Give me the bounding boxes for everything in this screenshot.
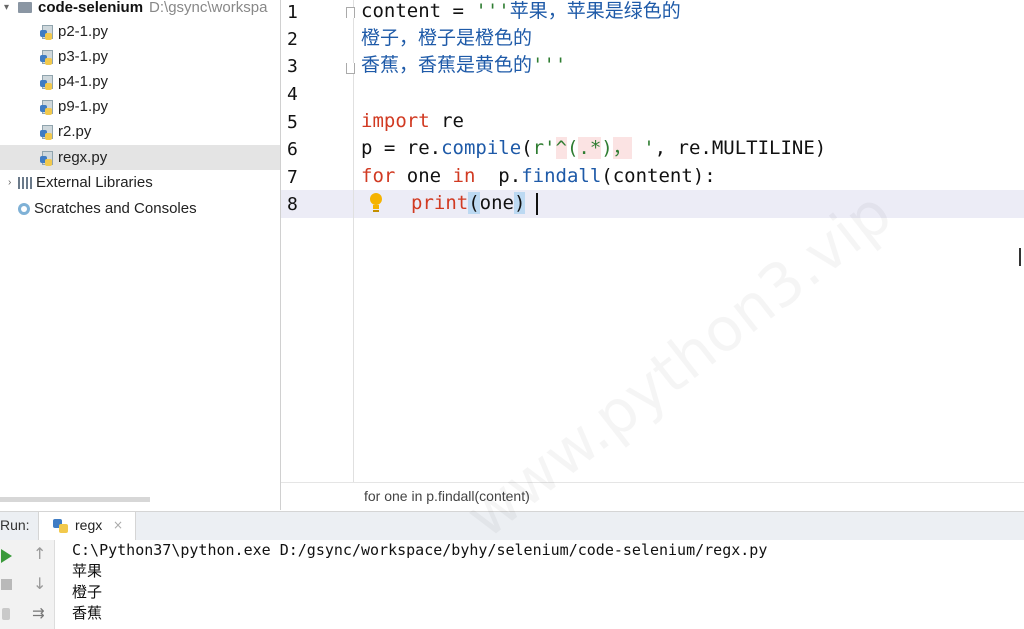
fold-marker-icon[interactable] bbox=[346, 7, 355, 18]
breadcrumb[interactable]: for one in p.findall(content) bbox=[364, 488, 530, 504]
file-label: p4-1.py bbox=[58, 73, 109, 90]
output-line: 苹果 bbox=[72, 562, 103, 580]
file-label: regx.py bbox=[58, 149, 108, 166]
file-label: p9-1.py bbox=[58, 98, 109, 115]
run-label: Run: bbox=[0, 517, 30, 533]
file-item[interactable]: p4-1.py bbox=[0, 69, 280, 94]
folder-icon bbox=[18, 2, 32, 13]
python-file-icon bbox=[40, 24, 54, 40]
file-item[interactable]: p9-1.py bbox=[0, 94, 280, 119]
lightbulb-icon[interactable] bbox=[369, 193, 383, 213]
line-number: 1 bbox=[287, 2, 298, 23]
line-number: 2 bbox=[287, 29, 298, 50]
breadcrumb-bar: for one in p.findall(content) bbox=[281, 482, 1024, 511]
code-line-5[interactable]: import re bbox=[361, 108, 464, 135]
scratches-item[interactable]: Scratches and Consoles bbox=[0, 196, 280, 221]
code-line-3[interactable]: 香蕉，香蕉是黄色的''' bbox=[361, 52, 566, 79]
code-line-8[interactable]: print(one) bbox=[411, 190, 526, 217]
pin-icon[interactable] bbox=[2, 608, 10, 620]
code-line-1[interactable]: content = '''苹果，苹果是绿色的 bbox=[361, 0, 681, 25]
file-item-selected[interactable]: regx.py bbox=[0, 145, 280, 170]
python-file-icon bbox=[40, 99, 54, 115]
python-file-icon bbox=[53, 518, 68, 534]
close-icon[interactable]: × bbox=[113, 518, 123, 532]
scratches-icon bbox=[18, 202, 30, 215]
scroll-marker bbox=[1019, 248, 1021, 266]
line-number: 3 bbox=[287, 56, 298, 77]
line-number: 7 bbox=[287, 167, 298, 188]
run-toolbar: ↑ ↓ ⇉ bbox=[0, 540, 55, 629]
output-line-command: C:\Python37\python.exe D:/gsync/workspac… bbox=[72, 541, 768, 559]
library-icon bbox=[18, 176, 32, 189]
line-number: 4 bbox=[287, 84, 298, 105]
tree-root-row[interactable]: ▾ code-selenium D:\gsync\workspa bbox=[0, 0, 280, 20]
chevron-right-icon[interactable]: › bbox=[8, 177, 18, 188]
python-file-icon bbox=[40, 150, 54, 166]
text-caret bbox=[536, 193, 538, 215]
arrow-up-icon[interactable]: ↑ bbox=[33, 544, 46, 563]
file-label: r2.py bbox=[58, 123, 92, 140]
code-line-7[interactable]: for one in p.findall(content): bbox=[361, 163, 716, 190]
line-number: 6 bbox=[287, 139, 298, 160]
run-tab[interactable]: regx × bbox=[38, 512, 136, 541]
fold-marker-icon[interactable] bbox=[346, 63, 355, 74]
project-name: code-selenium bbox=[38, 0, 144, 16]
code-line-2[interactable]: 橙子，橙子是橙色的 bbox=[361, 25, 532, 52]
current-line-highlight bbox=[281, 190, 1024, 218]
run-tab-label: regx bbox=[75, 517, 103, 533]
python-file-icon bbox=[40, 74, 54, 90]
python-file-icon bbox=[40, 124, 54, 140]
horizontal-scrollbar[interactable] bbox=[0, 497, 150, 502]
code-line-6[interactable]: p = re.compile(r'^(.*)， ', re.MULTILINE) bbox=[361, 135, 826, 162]
project-tree-panel: ▾ code-selenium D:\gsync\workspa p2-1.py… bbox=[0, 0, 280, 510]
file-item[interactable]: p2-1.py bbox=[0, 19, 280, 44]
arrow-down-icon[interactable]: ↓ bbox=[33, 574, 46, 593]
stop-icon[interactable] bbox=[1, 579, 12, 590]
output-line: 橙子 bbox=[72, 583, 103, 601]
project-path: D:\gsync\workspa bbox=[149, 0, 268, 16]
run-panel-header: Run: regx × bbox=[0, 511, 1024, 542]
external-libraries-label: External Libraries bbox=[36, 174, 153, 191]
line-number: 5 bbox=[287, 112, 298, 133]
file-label: p3-1.py bbox=[58, 48, 109, 65]
file-label: p2-1.py bbox=[58, 23, 109, 40]
output-line: 香蕉 bbox=[72, 604, 103, 622]
file-item[interactable]: p3-1.py bbox=[0, 44, 280, 69]
python-file-icon bbox=[40, 49, 54, 65]
chevron-down-icon[interactable]: ▾ bbox=[4, 2, 14, 13]
soft-wrap-icon[interactable]: ⇉ bbox=[32, 604, 45, 622]
rerun-icon[interactable] bbox=[1, 549, 12, 563]
scratches-label: Scratches and Consoles bbox=[34, 200, 197, 217]
external-libraries-item[interactable]: › External Libraries bbox=[0, 170, 280, 195]
file-item[interactable]: r2.py bbox=[0, 119, 280, 144]
line-number: 8 bbox=[287, 194, 298, 215]
